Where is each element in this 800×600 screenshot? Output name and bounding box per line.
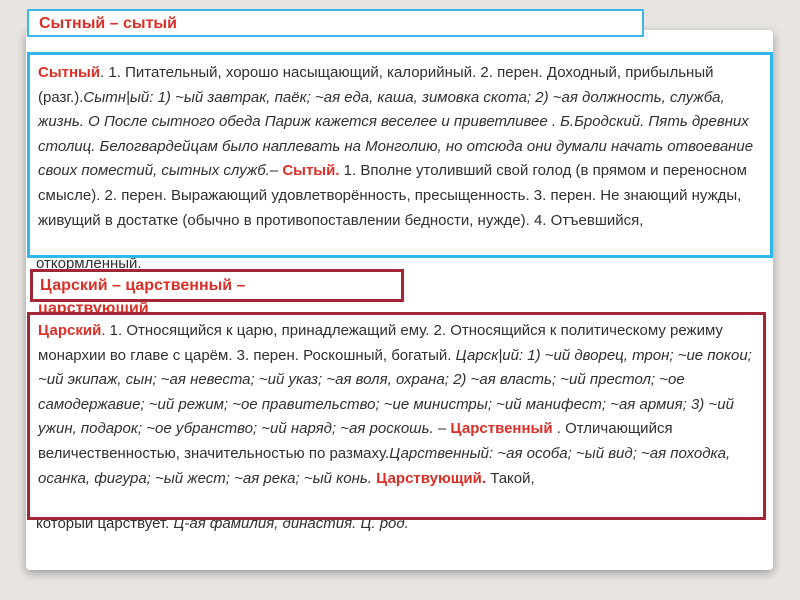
- dash: –: [433, 420, 451, 438]
- slide-title: Сытный – сытый: [39, 15, 177, 32]
- headword-tsarsky: Царский: [38, 322, 102, 339]
- headword-tsarstvuyushchy: Царствующий.: [376, 469, 487, 487]
- headword-sytny: Сытный: [38, 64, 101, 81]
- headword-syty: Сытый.: [282, 162, 340, 180]
- section-header-text: Царский – царственный –: [40, 277, 246, 294]
- definition-box-tsarsky: Царский. 1. Относящийся к царю, принадле…: [27, 312, 766, 520]
- definition-box-sytny: Сытный. 1. Питательный, хорошо насыщающи…: [27, 52, 773, 258]
- headword-tsarstvenny: Царственный: [450, 420, 553, 438]
- section-header-tsarsky: Царский – царственный –: [30, 269, 404, 302]
- slide-title-box: Сытный – сытый: [27, 9, 644, 37]
- definition-tsarstvuyushchy: Такой,: [486, 469, 535, 487]
